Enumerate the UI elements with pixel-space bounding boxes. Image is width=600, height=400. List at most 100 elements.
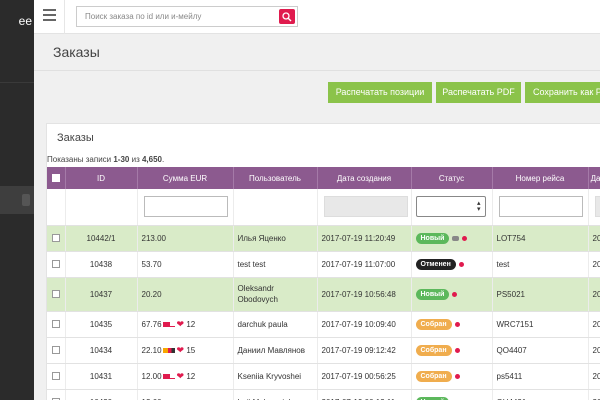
cell-status: Собран	[411, 337, 493, 364]
partner-logo-icon	[162, 373, 175, 379]
records-mid: из	[129, 155, 142, 164]
status-badge: Собран	[415, 318, 452, 330]
cell-created-date: 2017-07-19 10:09:40	[317, 311, 412, 338]
partner-logo-icon	[162, 321, 175, 327]
row-checkbox[interactable]	[51, 234, 60, 243]
alert-dot-icon	[462, 235, 468, 241]
cell-flight-number: ps5411	[492, 363, 589, 390]
records-total: 4,650	[141, 155, 162, 164]
table-row[interactable]: 10442/1 213.00 Илья Яценко 2017-07-19 11:20…	[47, 225, 600, 252]
col-user[interactable]: Пользователь	[233, 167, 318, 189]
table-row[interactable]: 10437 20.20 Oleksandr Obodovych 2017-07-19 …	[47, 277, 600, 312]
cell-flight-number: LOT754	[492, 225, 589, 252]
alert-dot-icon	[454, 373, 460, 379]
cell-user: test test	[233, 251, 318, 278]
search-button[interactable]	[279, 9, 295, 24]
cell-sum: 20.20	[137, 277, 234, 312]
cell-sum: 213.00	[137, 225, 234, 252]
cell-created-date: 2017-07-19 00:56:25	[317, 363, 412, 390]
sidebar-item-indicator	[22, 194, 30, 206]
row-checkbox[interactable]	[51, 320, 60, 329]
cell-user: darchuk paula	[233, 311, 318, 338]
cell-created-date: 2017-07-19 11:07:00	[317, 251, 412, 278]
cell-user: Oleksandr Obodovych	[233, 277, 318, 312]
cell-user: Даниил Мавлянов	[233, 337, 318, 364]
col-id[interactable]: ID	[65, 167, 138, 189]
status-badge: Новый	[415, 232, 450, 244]
table-row[interactable]: 10438 53.70 test test 2017-07-19 11:07:00 От…	[47, 251, 600, 278]
cell-sum: 12.00 ❤ 12	[137, 363, 234, 390]
heart-icon: ❤	[176, 318, 185, 329]
print-pdf-button[interactable]: Распечатать PDF	[436, 82, 521, 103]
table-header-row: ID Сумма EUR Пользователь Дата создания …	[47, 167, 600, 189]
date-filter-input[interactable]	[323, 196, 408, 218]
cell-flight-number: WRC7151	[492, 311, 589, 338]
col-flight-number[interactable]: Номер рейса	[492, 167, 589, 189]
search-icon	[282, 12, 292, 22]
hamburger-menu-icon[interactable]	[43, 9, 56, 21]
col-date-truncated[interactable]: Да	[588, 167, 600, 189]
brand-logo: ee	[18, 14, 32, 28]
cell-created-date: 2017-07-19 00:13:11	[317, 389, 412, 400]
orders-panel: Заказы Показаны записи 1-30 из 4,650. ID…	[46, 123, 600, 400]
topbar-divider	[64, 0, 65, 34]
cell-id: 10430	[65, 389, 138, 400]
cell-date-truncated: 2017-0	[588, 363, 600, 390]
select-all-checkbox[interactable]	[51, 174, 60, 183]
table-row[interactable]: 10431 12.00 ❤ 12 Kseniia Kryvoshei 2017-07-1…	[47, 363, 600, 390]
cell-created-date: 2017-07-19 10:56:48	[317, 277, 412, 312]
sum-value: 67.76	[141, 319, 162, 329]
panel-title: Заказы	[57, 132, 94, 144]
table-row[interactable]: 10434 22.10 ❤ 15 Даниил Мавлянов 2017-07-19 …	[47, 337, 600, 364]
row-checkbox[interactable]	[51, 346, 60, 355]
col-created-date[interactable]: Дата создания	[317, 167, 412, 189]
sum-value: 12.00	[141, 371, 162, 381]
cell-id: 10438	[65, 251, 138, 278]
cell-id: 10435	[65, 311, 138, 338]
save-as-button[interactable]: Сохранить как P	[525, 82, 600, 103]
sum-value: 22.10	[141, 345, 162, 355]
cell-id: 10437	[65, 277, 138, 312]
flight-filter-input[interactable]	[498, 196, 583, 218]
sum-filter-input[interactable]	[143, 196, 228, 218]
sum-value: 53.70	[141, 259, 162, 269]
col-status[interactable]: Статус	[411, 167, 493, 189]
date2-filter-input[interactable]	[594, 196, 600, 218]
cell-flight-number: QO4407	[492, 337, 589, 364]
status-badge: Новый	[415, 396, 450, 400]
alert-dot-icon	[452, 291, 458, 297]
cell-status: Отменен	[411, 251, 493, 278]
cell-flight-number: PS5021	[492, 277, 589, 312]
col-sum[interactable]: Сумма EUR	[137, 167, 234, 189]
cell-status: Новый	[411, 277, 493, 312]
sidebar-item-orders[interactable]	[0, 186, 34, 214]
cell-date-truncated: 2017-0	[588, 277, 600, 312]
cell-created-date: 2017-07-19 11:20:49	[317, 225, 412, 252]
status-badge: Новый	[415, 288, 450, 300]
topbar	[34, 0, 600, 34]
filter-row: ▴ ▾	[47, 189, 600, 226]
table-row[interactable]: 10435 67.76 ❤ 12 darchuk paula 2017-07-19 10…	[47, 311, 600, 338]
cell-sum: 53.70	[137, 251, 234, 278]
status-badge: Собран	[415, 344, 452, 356]
records-summary: Показаны записи 1-30 из 4,650.	[47, 155, 164, 164]
cell-user: Iurii Maksymiuk	[233, 389, 318, 400]
cell-sum: 12.60	[137, 389, 234, 400]
search-box	[76, 6, 298, 27]
alert-dot-icon	[454, 321, 460, 327]
status-filter-select[interactable]: ▴ ▾	[415, 196, 486, 218]
orders-table: ID Сумма EUR Пользователь Дата создания …	[47, 167, 600, 400]
row-checkbox[interactable]	[51, 260, 60, 269]
print-positions-button[interactable]: Распечатать позиции	[328, 82, 432, 103]
cell-date-truncated: 2017-0	[588, 337, 600, 364]
heart-icon: ❤	[176, 344, 185, 355]
search-input[interactable]	[77, 7, 277, 26]
row-checkbox[interactable]	[51, 372, 60, 381]
records-range: 1-30	[113, 155, 130, 164]
cell-flight-number: QU4431	[492, 389, 589, 400]
table-row[interactable]: 1043012.60Iurii Maksymiuk2017-07-19 00:1…	[47, 389, 600, 400]
cell-created-date: 2017-07-19 09:12:42	[317, 337, 412, 364]
row-checkbox[interactable]	[51, 290, 60, 299]
cell-user: Kseniia Kryvoshei	[233, 363, 318, 390]
col-select-all	[47, 167, 66, 189]
